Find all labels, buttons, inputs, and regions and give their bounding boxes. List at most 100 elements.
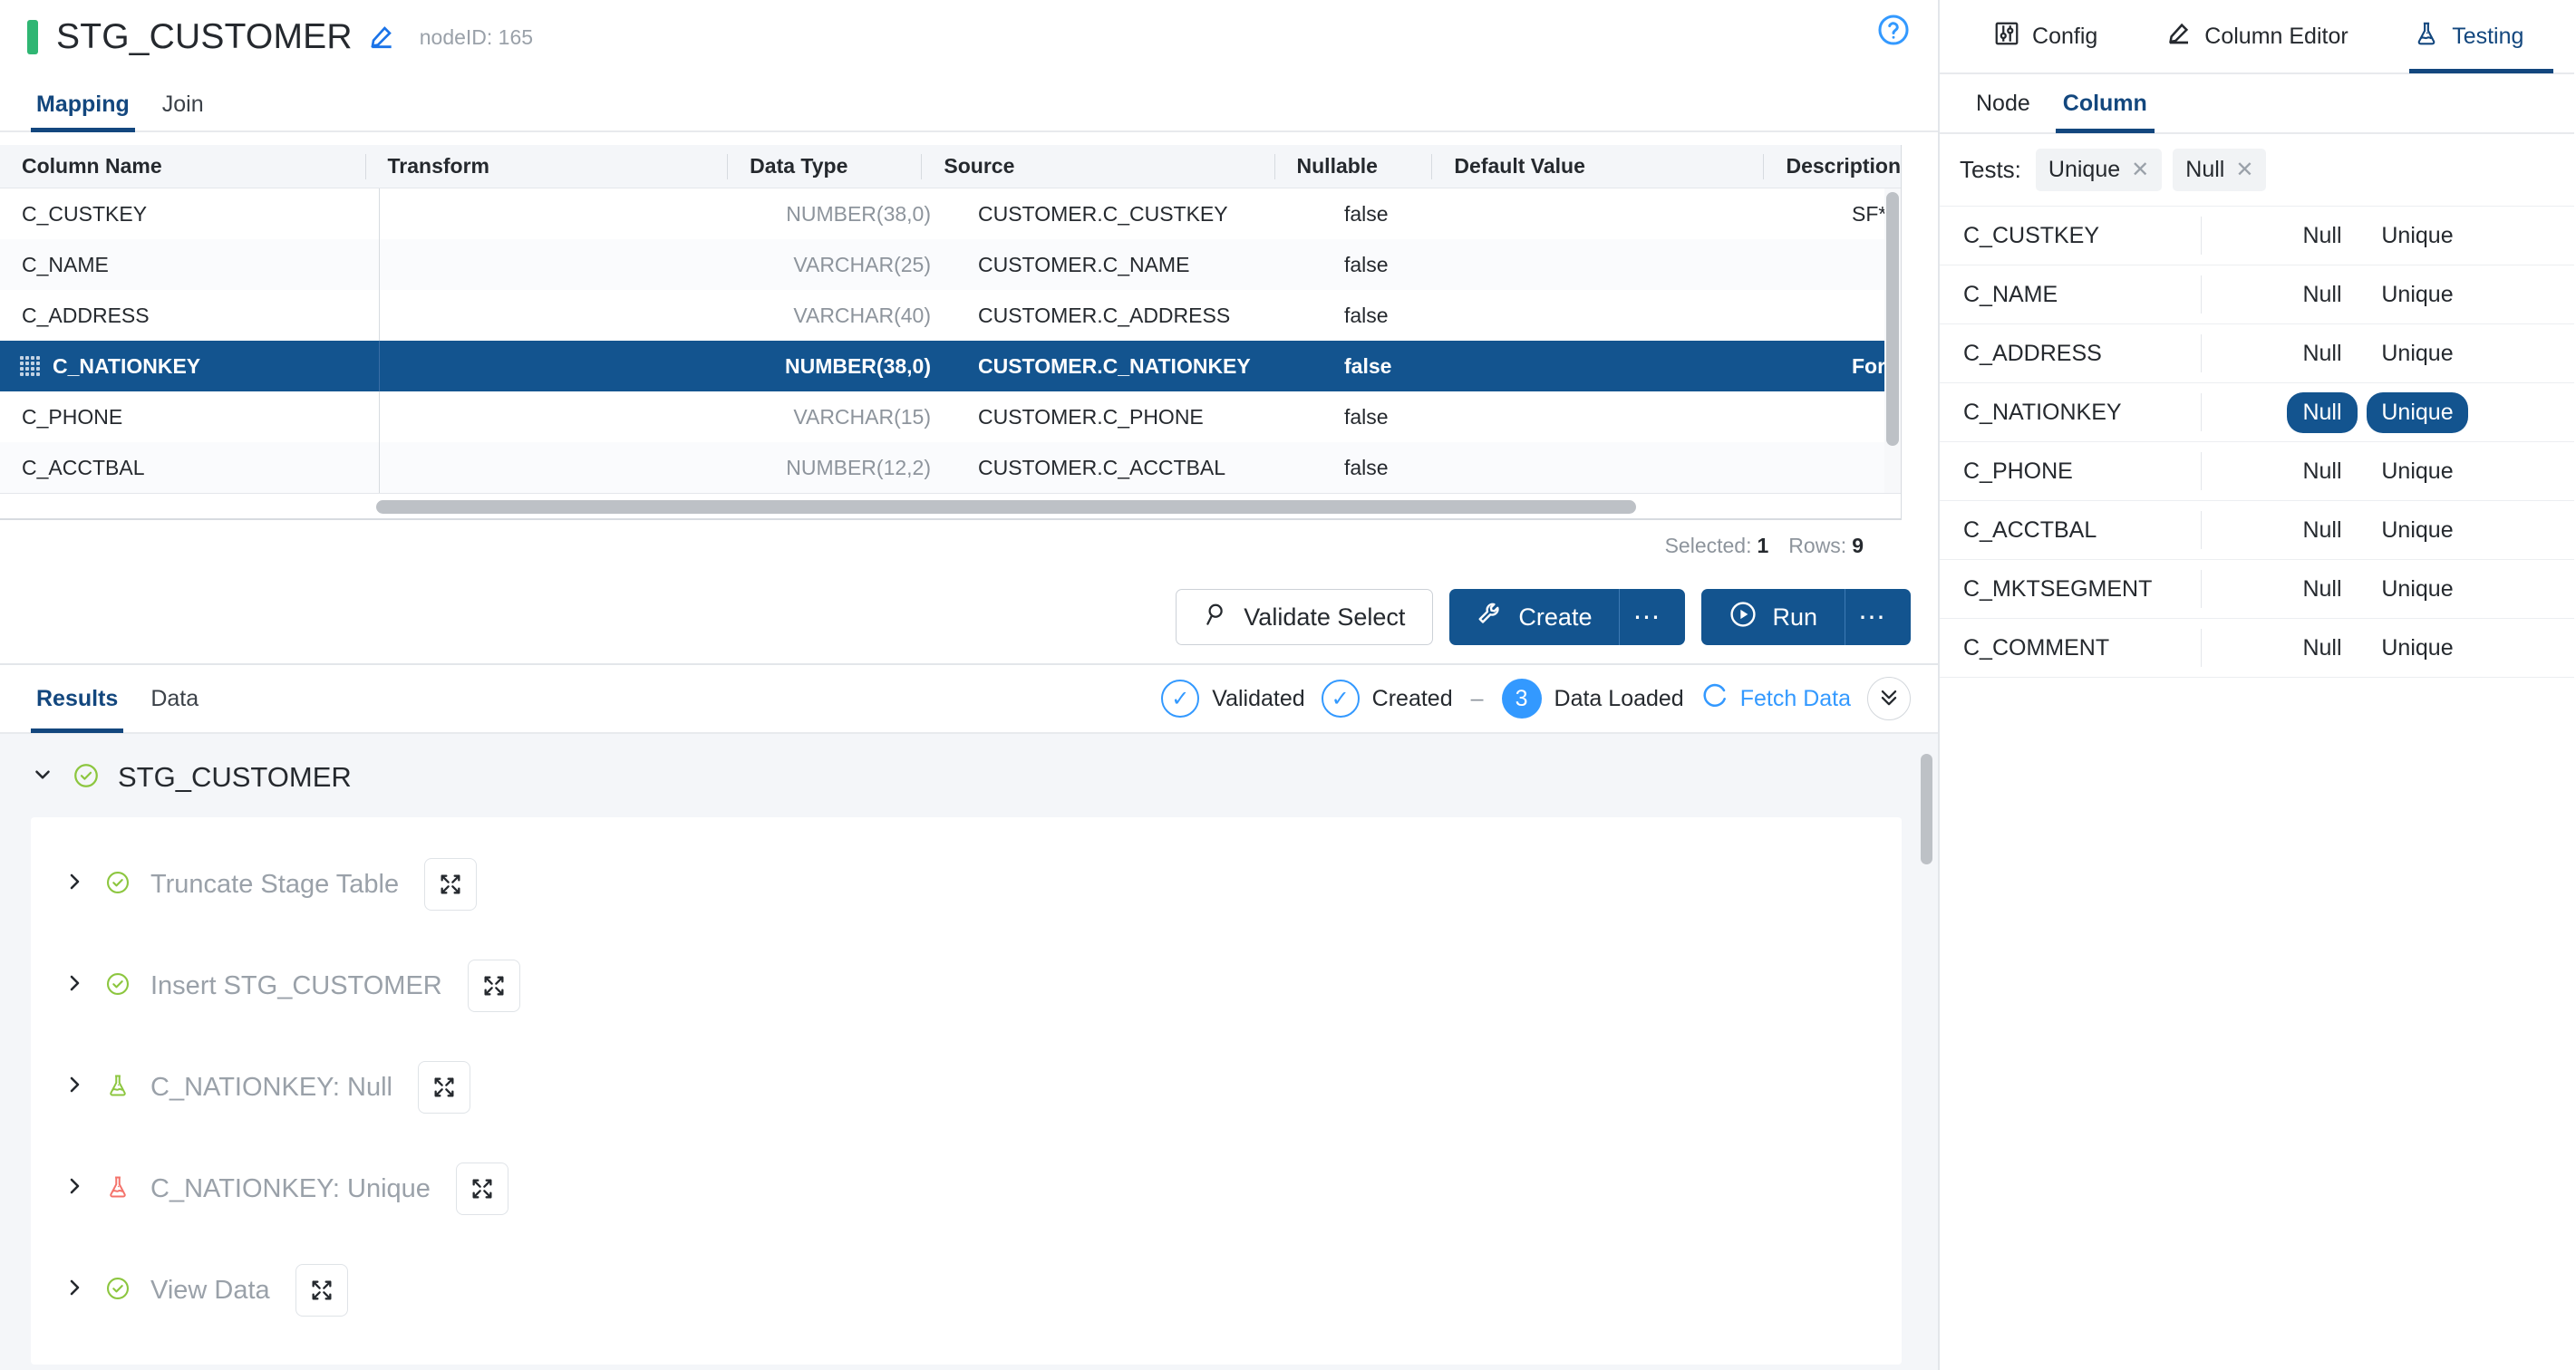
status-validated[interactable]: ✓ Validated bbox=[1161, 680, 1305, 718]
table-row[interactable]: C_COMMENT Null Unique bbox=[1940, 619, 2574, 678]
col-header-source[interactable]: Source bbox=[921, 153, 1273, 179]
grid-hscroll-track[interactable] bbox=[0, 493, 1901, 520]
test-toggle-null-active[interactable]: Null bbox=[2287, 391, 2358, 433]
list-item[interactable]: View Data bbox=[31, 1240, 1902, 1341]
table-row[interactable]: C_CUSTKEY Null Unique bbox=[1940, 207, 2574, 265]
help-circle-icon[interactable] bbox=[1876, 13, 1911, 52]
test-toggle-null[interactable]: Null bbox=[2287, 510, 2358, 551]
tab-results[interactable]: Results bbox=[20, 664, 134, 733]
test-chip-unique[interactable]: Unique ✕ bbox=[2035, 149, 2163, 191]
test-row-column-name: C_ACCTBAL bbox=[1963, 516, 2097, 543]
test-row-column-name: C_CUSTKEY bbox=[1963, 222, 2100, 248]
chevron-right-icon[interactable] bbox=[63, 1175, 85, 1203]
test-toggle-unique[interactable]: Unique bbox=[2367, 569, 2468, 610]
table-row[interactable]: C_ADDRESS Null Unique bbox=[1940, 324, 2574, 383]
table-row[interactable]: C_NATIONKEY Null Unique bbox=[1940, 383, 2574, 442]
cell-transform bbox=[379, 341, 755, 391]
test-row-column-name: C_NATIONKEY bbox=[1963, 399, 2122, 425]
collapse-results-button[interactable] bbox=[1867, 677, 1911, 720]
table-row[interactable]: C_PHONE Null Unique bbox=[1940, 442, 2574, 501]
status-separator: – bbox=[1470, 685, 1484, 711]
results-vscroll-thumb[interactable] bbox=[1921, 754, 1932, 864]
test-toggle-unique-active[interactable]: Unique bbox=[2367, 391, 2468, 433]
list-item-label: Insert STG_CUSTOMER bbox=[150, 970, 442, 1000]
col-header-nullable[interactable]: Nullable bbox=[1273, 153, 1432, 179]
expand-arrows-icon[interactable] bbox=[467, 960, 520, 1012]
list-item[interactable]: Truncate Stage Table bbox=[31, 834, 1902, 935]
run-button[interactable]: Run ⋯ bbox=[1701, 589, 1911, 645]
right-panel: Config Column Editor Testing Node Column… bbox=[1940, 0, 2574, 1370]
close-icon[interactable]: ✕ bbox=[2235, 157, 2253, 183]
test-toggle-unique[interactable]: Unique bbox=[2367, 451, 2468, 492]
subtab-column[interactable]: Column bbox=[2047, 73, 2164, 133]
col-header-column-name[interactable]: Column Name bbox=[0, 154, 365, 179]
table-row[interactable]: C_ACCTBAL NUMBER(12,2) CUSTOMER.C_ACCTBA… bbox=[0, 442, 1901, 493]
wrench-icon bbox=[1477, 601, 1504, 634]
validate-select-button[interactable]: Validate Select bbox=[1176, 589, 1434, 645]
action-button-bar: Validate Select Create ⋯ Run ⋯ bbox=[0, 571, 1938, 665]
test-toggle-unique[interactable]: Unique bbox=[2367, 275, 2468, 315]
tab-testing-label: Testing bbox=[2452, 23, 2524, 49]
create-overflow-button[interactable]: ⋯ bbox=[1619, 589, 1685, 645]
col-header-description[interactable]: Description bbox=[1763, 153, 1901, 179]
chevron-right-icon[interactable] bbox=[63, 871, 85, 899]
test-toggle-unique[interactable]: Unique bbox=[2367, 510, 2468, 551]
expand-arrows-icon[interactable] bbox=[455, 1163, 508, 1215]
tab-mapping[interactable]: Mapping bbox=[20, 92, 146, 132]
tab-data[interactable]: Data bbox=[134, 664, 215, 733]
list-item[interactable]: C_NATIONKEY: Unique bbox=[31, 1138, 1902, 1240]
test-toggle-null[interactable]: Null bbox=[2287, 569, 2358, 610]
col-header-data-type[interactable]: Data Type bbox=[727, 153, 921, 179]
expand-arrows-icon[interactable] bbox=[417, 1061, 470, 1114]
chevron-right-icon[interactable] bbox=[63, 1277, 85, 1305]
run-label: Run bbox=[1772, 603, 1817, 631]
col-header-transform[interactable]: Transform bbox=[364, 153, 728, 179]
list-item[interactable]: C_NATIONKEY: Null bbox=[31, 1037, 1902, 1138]
fetch-data-button[interactable]: Fetch Data bbox=[1700, 681, 1851, 717]
status-data-loaded[interactable]: 3 Data Loaded bbox=[1501, 679, 1684, 719]
test-toggle-null[interactable]: Null bbox=[2287, 451, 2358, 492]
table-row[interactable]: C_NAME Null Unique bbox=[1940, 265, 2574, 324]
test-chip-null[interactable]: Null ✕ bbox=[2173, 149, 2267, 191]
cell-column-name: C_NATIONKEY bbox=[0, 341, 379, 391]
table-row[interactable]: C_ACCTBAL Null Unique bbox=[1940, 501, 2574, 560]
table-row[interactable]: C_CUSTKEY NUMBER(38,0) CUSTOMER.C_CUSTKE… bbox=[0, 188, 1901, 239]
table-row-selected[interactable]: C_NATIONKEY NUMBER(38,0) CUSTOMER.C_NATI… bbox=[0, 341, 1901, 391]
col-header-default-value[interactable]: Default Value bbox=[1431, 153, 1763, 179]
cell-nullable: false bbox=[1344, 353, 1392, 378]
table-row[interactable]: C_ADDRESS VARCHAR(40) CUSTOMER.C_ADDRESS… bbox=[0, 290, 1901, 341]
table-row[interactable]: C_NAME VARCHAR(25) CUSTOMER.C_NAME false bbox=[0, 239, 1901, 290]
tab-join[interactable]: Join bbox=[146, 92, 220, 130]
list-item[interactable]: Insert STG_CUSTOMER bbox=[31, 935, 1902, 1037]
chevron-right-icon[interactable] bbox=[63, 1074, 85, 1102]
grid-vscroll-thumb[interactable] bbox=[1886, 192, 1899, 446]
test-toggle-null[interactable]: Null bbox=[2287, 628, 2358, 669]
column-tests-table: C_CUSTKEY Null Unique C_NAME Null Unique… bbox=[1940, 207, 2574, 678]
tab-column-editor[interactable]: Column Editor bbox=[2151, 0, 2362, 73]
test-toggle-unique[interactable]: Unique bbox=[2367, 333, 2468, 374]
test-toggle-null[interactable]: Null bbox=[2287, 333, 2358, 374]
results-root-node[interactable]: STG_CUSTOMER bbox=[0, 734, 1938, 817]
edit-pencil-icon[interactable] bbox=[367, 23, 396, 52]
expand-arrows-icon[interactable] bbox=[295, 1264, 348, 1317]
test-toggle-group: Null Unique bbox=[2287, 510, 2468, 551]
chevron-right-icon[interactable] bbox=[63, 972, 85, 1000]
close-icon[interactable]: ✕ bbox=[2131, 157, 2149, 183]
run-overflow-button[interactable]: ⋯ bbox=[1845, 589, 1911, 645]
tab-config[interactable]: Config bbox=[1940, 0, 2151, 73]
expand-arrows-icon[interactable] bbox=[424, 858, 478, 911]
grid-hscroll-thumb[interactable] bbox=[376, 500, 1636, 514]
chevron-down-icon[interactable] bbox=[31, 763, 54, 793]
test-toggle-null[interactable]: Null bbox=[2287, 275, 2358, 315]
test-toggle-null[interactable]: Null bbox=[2287, 216, 2358, 256]
table-row[interactable]: C_MKTSEGMENT Null Unique bbox=[1940, 560, 2574, 619]
subtab-node[interactable]: Node bbox=[1960, 73, 2047, 133]
test-toggle-unique[interactable]: Unique bbox=[2367, 216, 2468, 256]
table-row[interactable]: C_PHONE VARCHAR(15) CUSTOMER.C_PHONE fal… bbox=[0, 391, 1901, 442]
test-toggle-unique[interactable]: Unique bbox=[2367, 628, 2468, 669]
page-title: STG_CUSTOMER bbox=[56, 17, 353, 56]
create-button[interactable]: Create ⋯ bbox=[1449, 589, 1686, 645]
tab-testing[interactable]: Testing bbox=[2363, 0, 2574, 73]
drag-handle-icon[interactable] bbox=[20, 356, 40, 376]
status-created[interactable]: ✓ Created bbox=[1321, 680, 1453, 718]
